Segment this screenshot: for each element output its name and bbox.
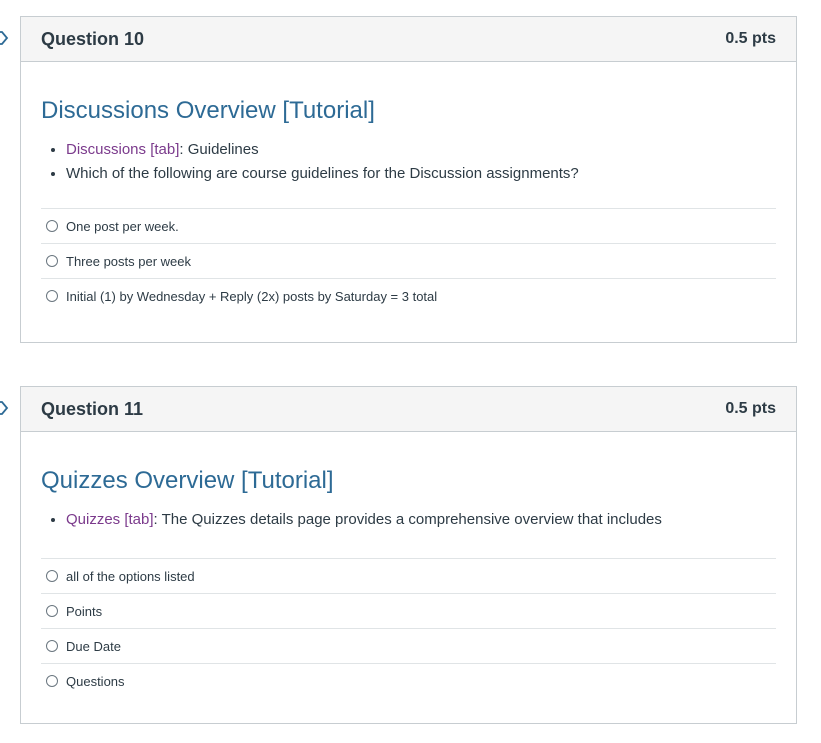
bullet-item: Discussions [tab]: Guidelines <box>66 138 776 162</box>
question-header: Question 11 0.5 pts <box>21 387 796 432</box>
quiz-page: Question 10 0.5 pts Discussions Overview… <box>0 0 821 743</box>
answer-option[interactable]: Three posts per week <box>41 244 776 279</box>
question-bullets: Discussions [tab]: Guidelines Which of t… <box>41 138 776 186</box>
answer-option[interactable]: Questions <box>41 664 776 698</box>
bullet-text: Which of the following are course guidel… <box>66 165 579 182</box>
question-heading: Quizzes Overview [Tutorial] <box>41 467 334 494</box>
answer-label: Due Date <box>66 638 121 654</box>
answer-option[interactable]: One post per week. <box>41 209 776 244</box>
question-card: Question 11 0.5 pts Quizzes Overview [Tu… <box>20 386 797 724</box>
bullet-item: Which of the following are course guidel… <box>66 162 776 186</box>
question-title: Question 11 <box>41 398 144 419</box>
radio-button-icon[interactable] <box>46 640 58 652</box>
answer-label: Questions <box>66 673 125 689</box>
flag-question-icon[interactable] <box>0 29 10 47</box>
answer-label: all of the options listed <box>66 568 195 584</box>
question-points: 0.5 pts <box>725 30 776 47</box>
radio-button-icon[interactable] <box>46 605 58 617</box>
question-heading: Discussions Overview [Tutorial] <box>41 97 375 124</box>
question-body: Quizzes Overview [Tutorial] Quizzes [tab… <box>21 432 796 698</box>
radio-button-icon[interactable] <box>46 675 58 687</box>
bullet-text: : The Quizzes details page provides a co… <box>153 511 662 528</box>
answer-option[interactable]: Initial (1) by Wednesday + Reply (2x) po… <box>41 279 776 313</box>
radio-button-icon[interactable] <box>46 570 58 582</box>
question-bullets: Quizzes [tab]: The Quizzes details page … <box>41 508 776 532</box>
question-title: Question 10 <box>41 28 145 49</box>
radio-button-icon[interactable] <box>46 255 58 267</box>
question-points: 0.5 pts <box>725 400 776 417</box>
question-card: Question 10 0.5 pts Discussions Overview… <box>20 16 797 343</box>
answer-option[interactable]: Points <box>41 594 776 629</box>
answer-list: One post per week. Three posts per week … <box>41 208 776 313</box>
answer-label: Three posts per week <box>66 253 192 269</box>
radio-button-icon[interactable] <box>46 220 58 232</box>
radio-button-icon[interactable] <box>46 290 58 302</box>
answer-label: Initial (1) by Wednesday + Reply (2x) po… <box>66 288 438 304</box>
discussions-tab-link[interactable]: Discussions [tab] <box>66 141 179 158</box>
answer-label: Points <box>66 603 103 619</box>
bullet-text: : Guidelines <box>179 141 259 158</box>
bullet-item: Quizzes [tab]: The Quizzes details page … <box>66 508 776 532</box>
question-body: Discussions Overview [Tutorial] Discussi… <box>21 62 796 313</box>
answer-list: all of the options listed Points Due Dat… <box>41 558 776 698</box>
answer-option[interactable]: all of the options listed <box>41 559 776 594</box>
answer-option[interactable]: Due Date <box>41 629 776 664</box>
flag-question-icon[interactable] <box>0 399 10 417</box>
answer-label: One post per week. <box>66 218 179 234</box>
question-header: Question 10 0.5 pts <box>21 17 796 62</box>
quizzes-tab-link[interactable]: Quizzes [tab] <box>66 511 154 528</box>
